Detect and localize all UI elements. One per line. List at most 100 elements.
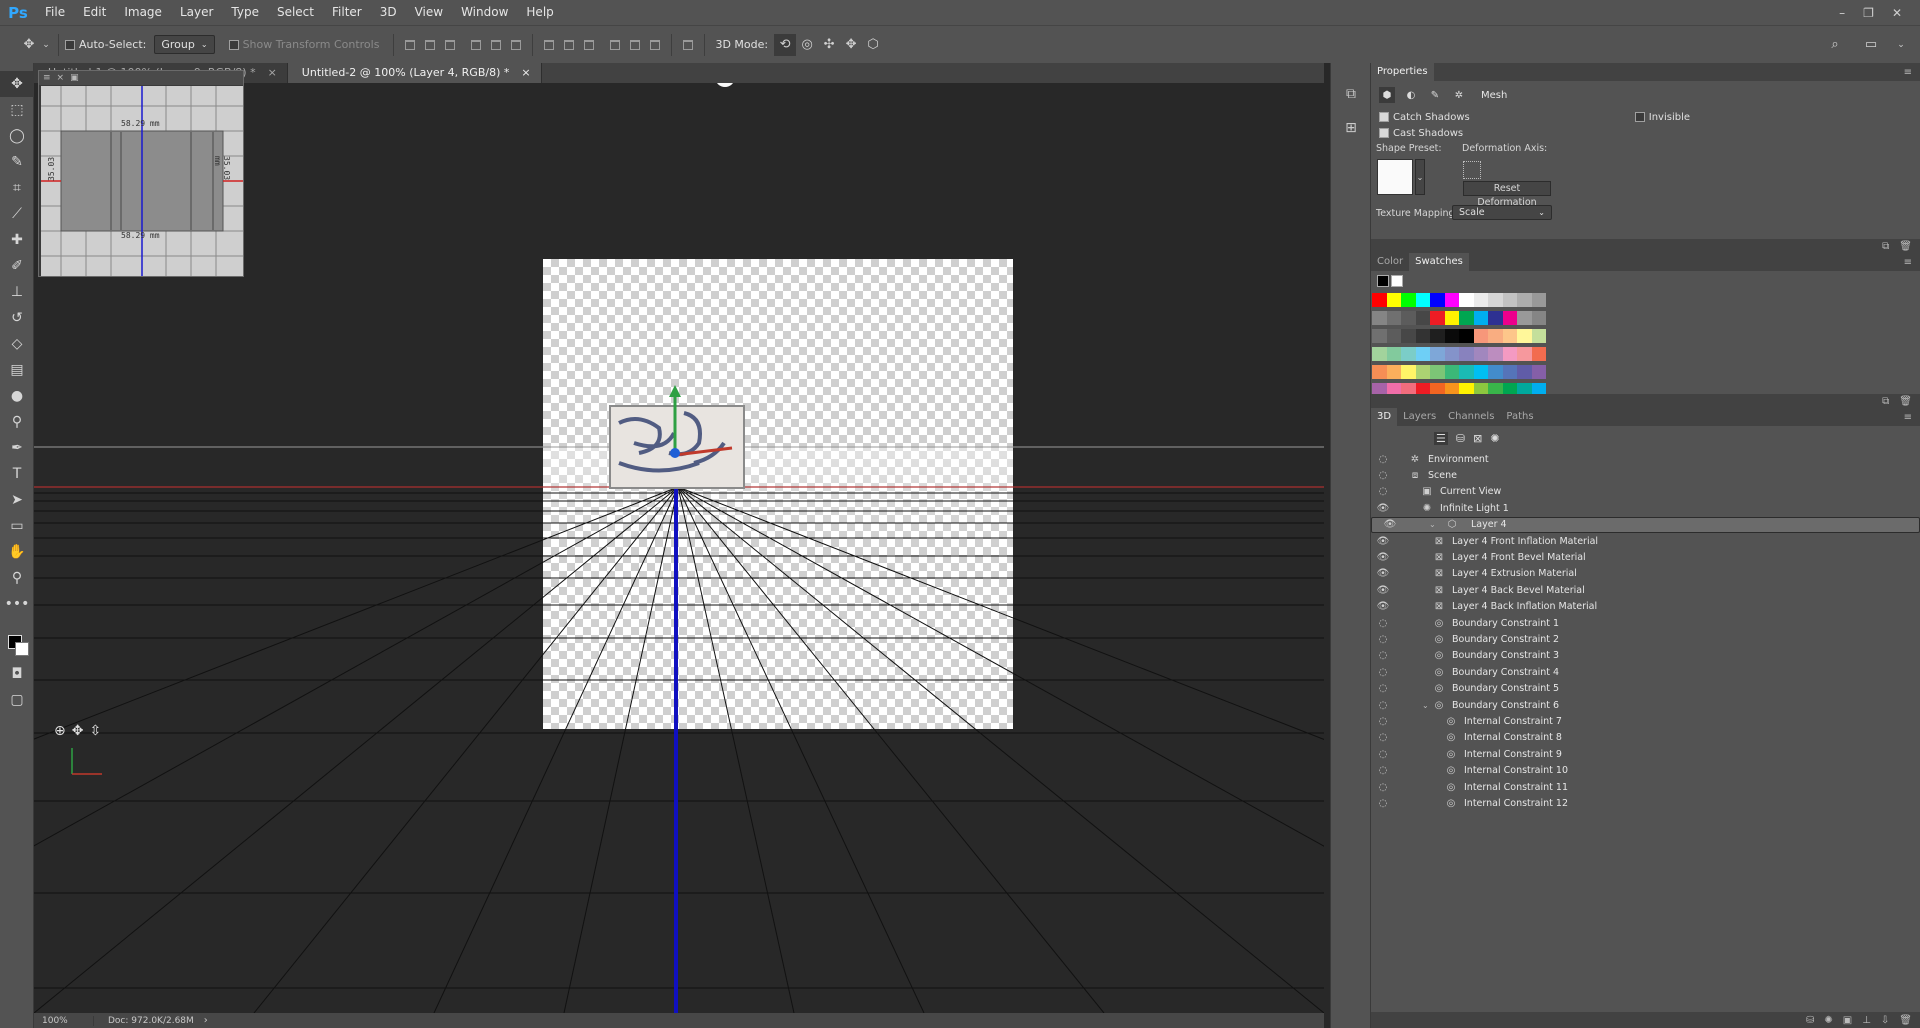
scene-tree-item[interactable]: ◌ ◎ Boundary Constraint 2 [1371,631,1920,647]
camera-icon[interactable]: ▣ [1843,1015,1852,1026]
swatch-color[interactable] [1517,311,1532,325]
ground-icon[interactable]: ⊥ [1862,1015,1871,1026]
swatch-color[interactable] [1372,293,1387,307]
screen-mode-icon[interactable]: ▢ [0,687,34,713]
disclosure-chevron-icon[interactable]: ⌄ [1429,520,1439,529]
visibility-eye-icon[interactable]: ◌ [1376,454,1390,465]
swatch-color[interactable] [1488,311,1503,325]
visibility-eye-icon[interactable]: ◌ [1376,470,1390,481]
swatch-color[interactable] [1430,347,1445,361]
align-left-icon[interactable] [466,36,486,54]
quick-mask-icon[interactable]: ◘ [0,661,34,687]
swatch-color[interactable] [1444,347,1459,361]
auto-select-dropdown[interactable]: Group ⌄ [154,35,215,54]
workspace-icon[interactable]: ▭ [1860,34,1882,56]
scene-tree-item[interactable]: 👁 ⊠ Layer 4 Extrusion Material [1371,566,1920,582]
swatch-color[interactable] [1415,365,1430,379]
scene-tree-item[interactable]: ◌ ✲ Environment [1371,451,1920,467]
scene-tree-item[interactable]: ◌ ◎ Boundary Constraint 4 [1371,664,1920,680]
visibility-eye-icon[interactable]: 👁 [1376,536,1390,547]
visibility-eye-icon[interactable]: ◌ [1376,650,1390,661]
meshes-filter-icon[interactable]: ⛁ [1456,432,1465,445]
quick-select-tool-icon[interactable]: ✎ [0,149,34,175]
panel-menu-icon[interactable]: ≡ [1904,67,1920,78]
texture-mapping-dropdown[interactable]: Scale ⌄ [1452,205,1552,220]
swatch-color[interactable] [1517,347,1532,361]
swatch-color[interactable] [1415,347,1430,361]
swatch-color[interactable] [1517,329,1532,343]
history-panel-icon[interactable]: ⧉ [1331,77,1371,111]
swatch-color[interactable] [1372,329,1387,343]
visibility-eye-icon[interactable]: 👁 [1376,568,1390,579]
menu-filter[interactable]: Filter [323,0,371,25]
scene-tree-item[interactable]: ◌ ◎ Internal Constraint 12 [1371,795,1920,811]
swatch-color[interactable] [1386,293,1401,307]
materials-filter-icon[interactable]: ⊠ [1473,432,1482,445]
tab-channels[interactable]: Channels [1442,408,1500,426]
secondary-view-viewport[interactable]: 58.29 mm 58.29 mm 35.03 35.03 mm [41,86,243,276]
visibility-eye-icon[interactable]: ◌ [1376,634,1390,645]
swatch-color[interactable] [1459,293,1474,307]
type-tool-icon[interactable]: T [0,461,34,487]
restore-button[interactable]: ❐ [1863,6,1874,20]
orbit-3d-icon[interactable]: ⟲ [774,33,797,56]
swatch-color[interactable] [1430,293,1445,307]
swatch-color[interactable] [1517,293,1532,307]
swatch-color[interactable] [1531,347,1546,361]
dolly-camera-icon[interactable]: ⇳ [89,723,101,739]
delete-object-icon[interactable]: 🗑 [1899,1015,1912,1026]
gradient-tool-icon[interactable]: ▤ [0,357,34,383]
eraser-tool-icon[interactable]: ◇ [0,331,34,357]
scene-tree-item[interactable]: ◌ ◎ Internal Constraint 10 [1371,762,1920,778]
tab-layers[interactable]: Layers [1397,408,1442,426]
tab-close-icon[interactable]: × [268,63,277,83]
visibility-eye-icon[interactable]: ◌ [1376,798,1390,809]
swatch-color[interactable] [1502,293,1517,307]
search-icon[interactable]: ⌕ [1824,34,1846,56]
color-chips[interactable] [0,617,33,661]
align-hcenter-icon[interactable] [486,36,506,54]
scene-tree-item[interactable]: ◌ ◎ Internal Constraint 9 [1371,746,1920,762]
visibility-eye-icon[interactable]: ◌ [1376,700,1390,711]
menu-image[interactable]: Image [115,0,171,25]
swatch-color[interactable] [1430,329,1445,343]
swatch-color[interactable] [1444,365,1459,379]
tab-untitled-2[interactable]: Untitled-2 @ 100% (Layer 4, RGB/8) * × [287,63,542,83]
visibility-eye-icon[interactable]: ◌ [1376,618,1390,629]
delete-icon[interactable]: 🗑 [1899,241,1912,252]
scene-tree-item[interactable]: ◌ ⧈ Scene [1371,467,1920,483]
swatch-color[interactable] [1473,311,1488,325]
swatch-color[interactable] [1372,365,1387,379]
swatch-color[interactable] [1401,329,1416,343]
swatch-color[interactable] [1488,347,1503,361]
brush-tool-icon[interactable]: ✐ [0,253,34,279]
swatch-color[interactable] [1386,347,1401,361]
distribute-right-icon[interactable] [645,36,665,54]
distribute-vcenter-icon[interactable] [559,36,579,54]
swatch-color[interactable] [1386,329,1401,343]
close-view-icon[interactable]: × [57,73,65,83]
swatch-color[interactable] [1444,311,1459,325]
history-brush-tool-icon[interactable]: ↺ [0,305,34,331]
swatch-color[interactable] [1488,293,1503,307]
scale-3d-icon[interactable]: ⬡ [862,34,884,56]
menu-view[interactable]: View [406,0,452,25]
more-tools-icon[interactable]: ••• [0,591,34,617]
slide-3d-icon[interactable]: ✥ [840,34,862,56]
visibility-eye-icon[interactable]: 👁 [1376,601,1390,612]
tab-close-icon[interactable]: × [521,63,530,83]
visibility-eye-icon[interactable]: 👁 [1376,503,1390,514]
swatch-color[interactable] [1459,365,1474,379]
visibility-eye-icon[interactable]: 👁 [1376,552,1390,563]
auto-align-icon[interactable] [678,36,698,54]
tab-3d[interactable]: 3D [1371,408,1398,426]
scene-tree-item[interactable]: 👁 ⌄ ⬡ Layer 4 [1371,516,1920,533]
scene-tree-item[interactable]: 👁 ⊠ Layer 4 Back Bevel Material [1371,582,1920,598]
scene-tree-item[interactable]: ◌ ◎ Boundary Constraint 5 [1371,680,1920,696]
background-color-swatch[interactable] [15,642,29,656]
scene-tree-item[interactable]: ◌ ◎ Internal Constraint 8 [1371,730,1920,746]
disclosure-chevron-icon[interactable]: ⌄ [1422,701,1432,710]
render-button-icon[interactable]: ⇩ [1881,1015,1889,1026]
swatch-color[interactable] [1401,293,1416,307]
move-tool-icon[interactable]: ✥ [18,34,40,56]
